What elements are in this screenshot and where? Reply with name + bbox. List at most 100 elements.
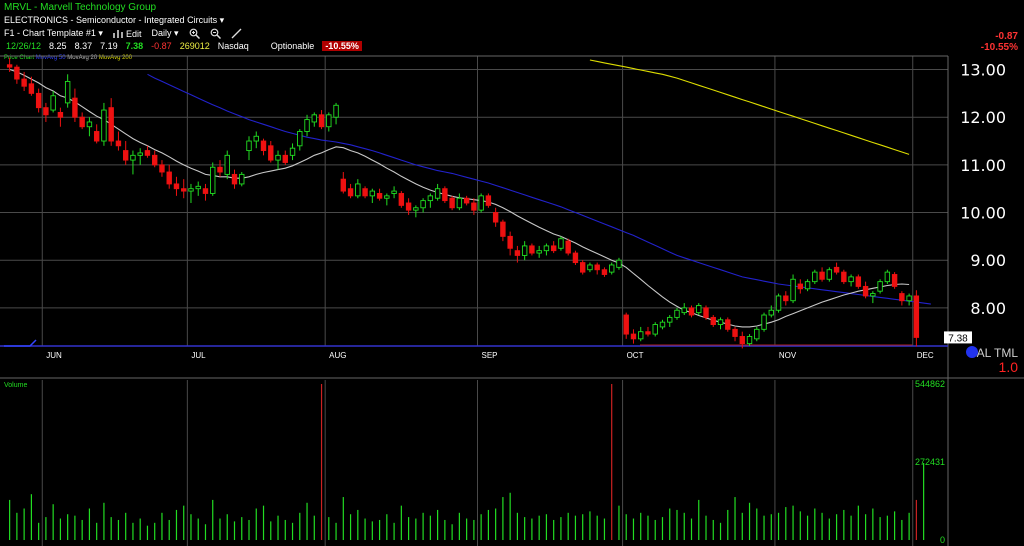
candle-body bbox=[507, 235, 513, 249]
candle-body bbox=[609, 264, 615, 273]
candle-body bbox=[739, 336, 745, 345]
last-price-tag: 7.38 bbox=[948, 333, 968, 344]
candle-body bbox=[623, 314, 629, 335]
candle-body bbox=[275, 154, 281, 161]
candle-body bbox=[101, 109, 107, 142]
candle-body bbox=[14, 66, 20, 80]
candle-body bbox=[413, 207, 419, 211]
candle-body bbox=[64, 80, 71, 104]
candle-body bbox=[456, 197, 463, 209]
candle-body bbox=[688, 307, 695, 316]
price-volume-chart[interactable]: 13.00 12.00 11.00 10.00 9.00 8.00 JUN JUL AUG SEP… bbox=[0, 0, 1024, 546]
candle-body bbox=[57, 111, 64, 118]
candle-body bbox=[173, 183, 180, 190]
month-label: NOV bbox=[779, 351, 797, 360]
candle-body bbox=[362, 188, 368, 197]
volume-label: Volume bbox=[4, 382, 27, 389]
volume-tick-label: 544862 bbox=[915, 379, 945, 389]
candle-body bbox=[79, 116, 85, 128]
candle-body bbox=[761, 314, 767, 330]
candle-body bbox=[304, 119, 310, 132]
volume-tick-label: 272431 bbox=[915, 457, 945, 467]
candle-body bbox=[536, 250, 542, 254]
candle-body bbox=[492, 212, 499, 223]
candle-body bbox=[420, 200, 426, 209]
candle-body bbox=[804, 281, 811, 290]
grid-lines bbox=[0, 55, 1024, 546]
candle-body bbox=[783, 295, 789, 302]
candle-body bbox=[630, 333, 637, 340]
candle-body bbox=[529, 245, 535, 254]
candle-body bbox=[659, 321, 666, 328]
candle-body bbox=[35, 92, 42, 109]
candle-body bbox=[43, 107, 49, 116]
y-tick-label: 8.00 bbox=[970, 299, 1006, 318]
candle-body bbox=[870, 293, 876, 297]
ma50-line bbox=[147, 73, 931, 305]
left-baseline-marker bbox=[4, 339, 37, 347]
candle-body bbox=[122, 150, 129, 161]
candle-body bbox=[543, 245, 550, 252]
candle-body bbox=[645, 331, 651, 335]
month-label: DEC bbox=[917, 351, 934, 360]
y-tick-label: 10.00 bbox=[960, 204, 1006, 223]
candle-body bbox=[674, 309, 680, 318]
candle-body bbox=[239, 173, 245, 185]
candle-body bbox=[855, 276, 862, 287]
candle-body bbox=[463, 197, 470, 204]
candle-body bbox=[108, 107, 114, 142]
candle-body bbox=[86, 121, 93, 128]
candle-body bbox=[210, 166, 216, 194]
y-tick-label: 12.00 bbox=[960, 108, 1006, 127]
candle-body bbox=[369, 190, 376, 197]
candle-body bbox=[841, 271, 847, 283]
month-label: JUL bbox=[191, 351, 206, 360]
candle-body bbox=[188, 188, 194, 192]
candle-body bbox=[594, 264, 600, 271]
candle-body bbox=[384, 195, 390, 199]
candle-body bbox=[514, 250, 521, 256]
candle-body bbox=[72, 97, 78, 118]
candle-body bbox=[891, 274, 898, 287]
candle-body bbox=[376, 193, 383, 199]
candle-body bbox=[260, 140, 267, 152]
candle-body bbox=[565, 240, 571, 254]
candle-body bbox=[137, 152, 143, 156]
candle-body bbox=[732, 328, 738, 337]
y-tick-label: 13.00 bbox=[960, 61, 1006, 80]
candle-body bbox=[601, 269, 608, 275]
candle-body bbox=[703, 307, 709, 318]
candle-body bbox=[471, 202, 477, 211]
candle-body bbox=[500, 221, 506, 237]
candle-body bbox=[710, 316, 716, 325]
candle-body bbox=[797, 283, 804, 290]
candle-body bbox=[616, 259, 622, 268]
candle-body bbox=[50, 95, 56, 111]
candle-body bbox=[848, 276, 854, 283]
candle-body bbox=[130, 154, 136, 161]
candle-body bbox=[877, 281, 883, 292]
month-label: JUN bbox=[46, 351, 62, 360]
y-tick-label: 9.00 bbox=[970, 251, 1006, 270]
candle-body bbox=[246, 140, 252, 152]
candle-body bbox=[819, 271, 825, 280]
candle-body bbox=[521, 245, 528, 256]
candle-body bbox=[427, 195, 434, 202]
candle-body bbox=[253, 135, 259, 142]
candle-body bbox=[899, 293, 905, 302]
candle-body bbox=[115, 140, 122, 147]
candle-body bbox=[318, 114, 325, 128]
candle-body bbox=[442, 188, 448, 202]
candle-body bbox=[768, 309, 774, 316]
candle-body bbox=[572, 252, 579, 264]
month-label: AUG bbox=[329, 351, 346, 360]
candle-body bbox=[144, 150, 151, 156]
candle-body bbox=[398, 193, 405, 206]
month-label: SEP bbox=[482, 351, 498, 360]
candle-body bbox=[449, 197, 455, 209]
candle-body bbox=[812, 271, 818, 283]
candle-body bbox=[790, 278, 796, 302]
candle-body bbox=[638, 331, 644, 340]
candle-body bbox=[746, 336, 753, 345]
candle-body bbox=[652, 324, 658, 335]
